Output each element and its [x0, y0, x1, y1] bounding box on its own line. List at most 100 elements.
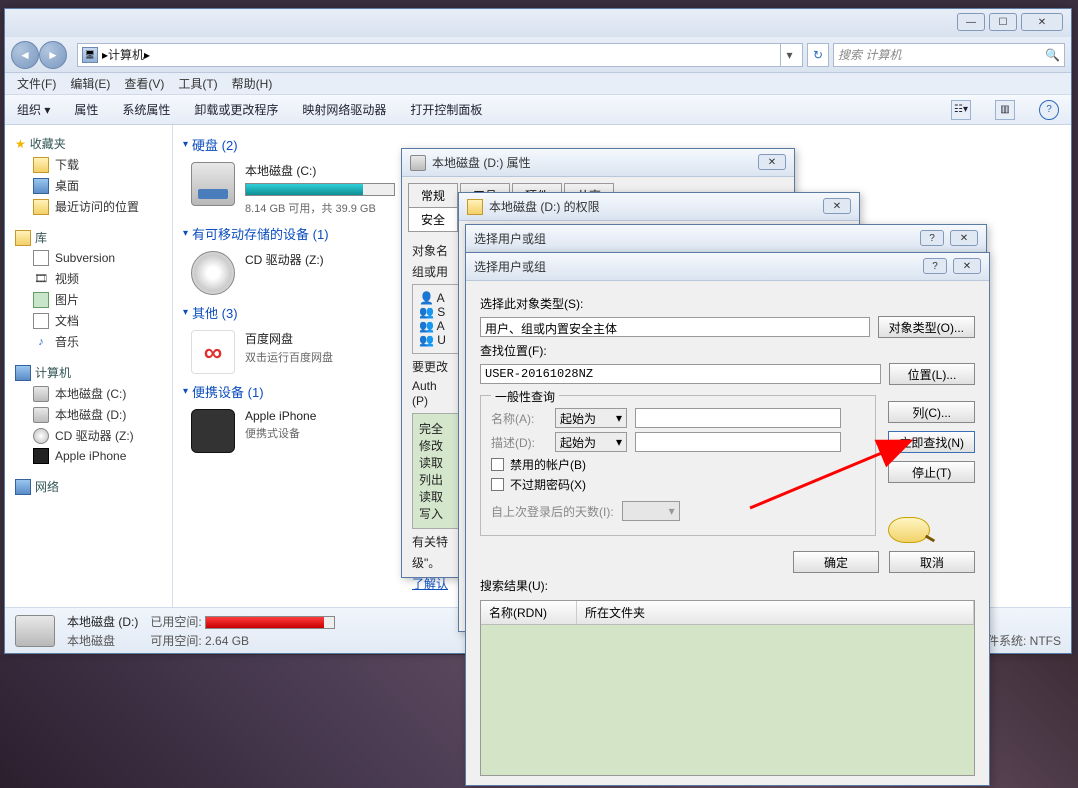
drive-c-usage: 8.14 GB 可用，共 39.9 GB	[245, 200, 395, 216]
query-legend: 一般性查询	[491, 388, 559, 405]
desc-input[interactable]	[635, 432, 841, 452]
name-combo[interactable]: 起始为▾	[555, 408, 627, 428]
close-button[interactable]: ✕	[1021, 13, 1063, 31]
breadcrumb-segment[interactable]: 计算机	[108, 46, 144, 63]
sidebar-item-downloads[interactable]: 下载	[9, 154, 168, 175]
name-label: 名称(A):	[491, 410, 547, 427]
sidebar-item-subversion[interactable]: Subversion	[9, 248, 168, 268]
toolbar-sysproperties[interactable]: 系统属性	[122, 101, 170, 118]
folder-icon	[33, 157, 49, 173]
tab-general[interactable]: 常规	[408, 183, 458, 207]
permissions-title: 本地磁盘 (D:) 的权限	[489, 198, 600, 215]
menu-tools[interactable]: 工具(T)	[178, 75, 217, 92]
cancel-button[interactable]: 取消	[889, 551, 975, 573]
sidebar-item-drive-d[interactable]: 本地磁盘 (D:)	[9, 404, 168, 425]
find-now-button[interactable]: 立即查找(N)	[888, 431, 975, 453]
video-icon: 🎞	[33, 271, 49, 287]
sidebar-library-head[interactable]: 库	[9, 227, 168, 248]
computer-icon: 🖥	[82, 47, 98, 63]
computer-icon	[15, 365, 31, 381]
sidebar-item-documents[interactable]: 文档	[9, 310, 168, 331]
location-label: 查找位置(F):	[480, 342, 975, 359]
close-button[interactable]: ✕	[950, 230, 978, 246]
menu-file[interactable]: 文件(F)	[17, 75, 56, 92]
stop-button[interactable]: 停止(T)	[888, 461, 975, 483]
toolbar-organize[interactable]: 组织 ▾	[17, 101, 50, 118]
toolbar-mapdrive[interactable]: 映射网络驱动器	[302, 101, 386, 118]
sidebar-item-pictures[interactable]: 图片	[9, 289, 168, 310]
objtype-button[interactable]: 对象类型(O)...	[878, 316, 975, 338]
disk-icon	[33, 407, 49, 423]
close-button[interactable]: ✕	[953, 258, 981, 274]
folder-icon	[467, 199, 483, 215]
details-type: 本地磁盘	[67, 632, 138, 649]
minimize-button[interactable]: —	[957, 13, 985, 31]
learn-link[interactable]: 了解认	[412, 577, 448, 591]
select-parent-titlebar[interactable]: 选择用户或组 ? ✕	[466, 225, 986, 253]
results-body	[481, 625, 974, 775]
search-placeholder: 搜索 计算机	[838, 46, 901, 63]
dvd-icon	[33, 428, 49, 444]
days-combo[interactable]: ▾	[622, 501, 680, 521]
navbar: ◄ ► 🖥 ▸ 计算机 ▸ ▾ ↻ 搜索 计算机 🔍	[5, 37, 1071, 73]
menu-edit[interactable]: 编辑(E)	[70, 75, 110, 92]
nonexpire-checkbox[interactable]: 不过期密码(X)	[491, 476, 865, 493]
close-button[interactable]: ✕	[758, 154, 786, 170]
help-button[interactable]: ?	[920, 230, 944, 246]
properties-titlebar[interactable]: 本地磁盘 (D:) 属性 ✕	[402, 149, 794, 177]
star-icon: ★	[15, 137, 26, 151]
name-input[interactable]	[635, 408, 841, 428]
sidebar-item-desktop[interactable]: 桌面	[9, 175, 168, 196]
dvd-icon	[191, 251, 235, 295]
toolbar-uninstall[interactable]: 卸载或更改程序	[194, 101, 278, 118]
details-fs-val: NTFS	[1030, 634, 1061, 648]
permissions-titlebar[interactable]: 本地磁盘 (D:) 的权限 ✕	[459, 193, 859, 221]
select-users-title: 选择用户或组	[474, 258, 546, 275]
sidebar-item-recent[interactable]: 最近访问的位置	[9, 196, 168, 217]
sidebar-item-cd[interactable]: CD 驱动器 (Z:)	[9, 425, 168, 446]
sidebar-favorites-head[interactable]: ★收藏夹	[9, 133, 168, 154]
disabled-checkbox[interactable]: 禁用的帐户(B)	[491, 456, 865, 473]
maximize-button[interactable]: ☐	[989, 13, 1017, 31]
view-mode-button[interactable]: ☷▾	[951, 100, 971, 120]
address-bar[interactable]: 🖥 ▸ 计算机 ▸ ▾	[77, 43, 803, 67]
close-button[interactable]: ✕	[823, 198, 851, 214]
menu-help[interactable]: 帮助(H)	[232, 75, 273, 92]
chevron-down-icon: ▾	[616, 435, 622, 449]
baidu-sub: 双击运行百度网盘	[245, 349, 333, 365]
days-label: 自上次登录后的天数(I):	[491, 503, 614, 520]
forward-button[interactable]: ►	[39, 41, 67, 69]
sidebar-computer-head[interactable]: 计算机	[9, 362, 168, 383]
sidebar-network-head[interactable]: 网络	[9, 476, 168, 497]
toolbar-controlpanel[interactable]: 打开控制面板	[410, 101, 482, 118]
location-button[interactable]: 位置(L)...	[889, 363, 975, 385]
results-col-name[interactable]: 名称(RDN)	[481, 601, 577, 624]
menu-view[interactable]: 查看(V)	[124, 75, 164, 92]
results-col-folder[interactable]: 所在文件夹	[577, 601, 974, 624]
search-icon: 🔍	[1045, 48, 1060, 62]
preview-pane-button[interactable]: ▥	[995, 100, 1015, 120]
ok-button[interactable]: 确定	[793, 551, 879, 573]
objtype-field[interactable]: 用户、组或内置安全主体	[480, 317, 870, 337]
address-dropdown[interactable]: ▾	[780, 44, 798, 66]
usage-bar	[245, 183, 395, 196]
desc-combo[interactable]: 起始为▾	[555, 432, 627, 452]
toolbar-properties[interactable]: 属性	[74, 101, 98, 118]
select-parent-title: 选择用户或组	[474, 230, 546, 247]
monitor-icon	[33, 178, 49, 194]
search-input[interactable]: 搜索 计算机 🔍	[833, 43, 1065, 67]
back-button[interactable]: ◄	[11, 41, 39, 69]
sidebar-item-iphone[interactable]: Apple iPhone	[9, 446, 168, 466]
tab-security[interactable]: 安全	[408, 207, 458, 231]
sidebar-item-music[interactable]: ♪音乐	[9, 331, 168, 352]
help-button[interactable]: ?	[923, 258, 947, 274]
refresh-button[interactable]: ↻	[807, 43, 829, 67]
select-users-titlebar[interactable]: 选择用户或组 ? ✕	[466, 253, 989, 281]
results-list[interactable]: 名称(RDN) 所在文件夹	[480, 600, 975, 776]
iphone-name: Apple iPhone	[245, 409, 316, 423]
sidebar-item-drive-c[interactable]: 本地磁盘 (C:)	[9, 383, 168, 404]
location-field[interactable]: USER-20161028NZ	[480, 364, 881, 384]
help-button[interactable]: ?	[1039, 100, 1059, 120]
sidebar-item-videos[interactable]: 🎞视频	[9, 268, 168, 289]
columns-button[interactable]: 列(C)...	[888, 401, 975, 423]
